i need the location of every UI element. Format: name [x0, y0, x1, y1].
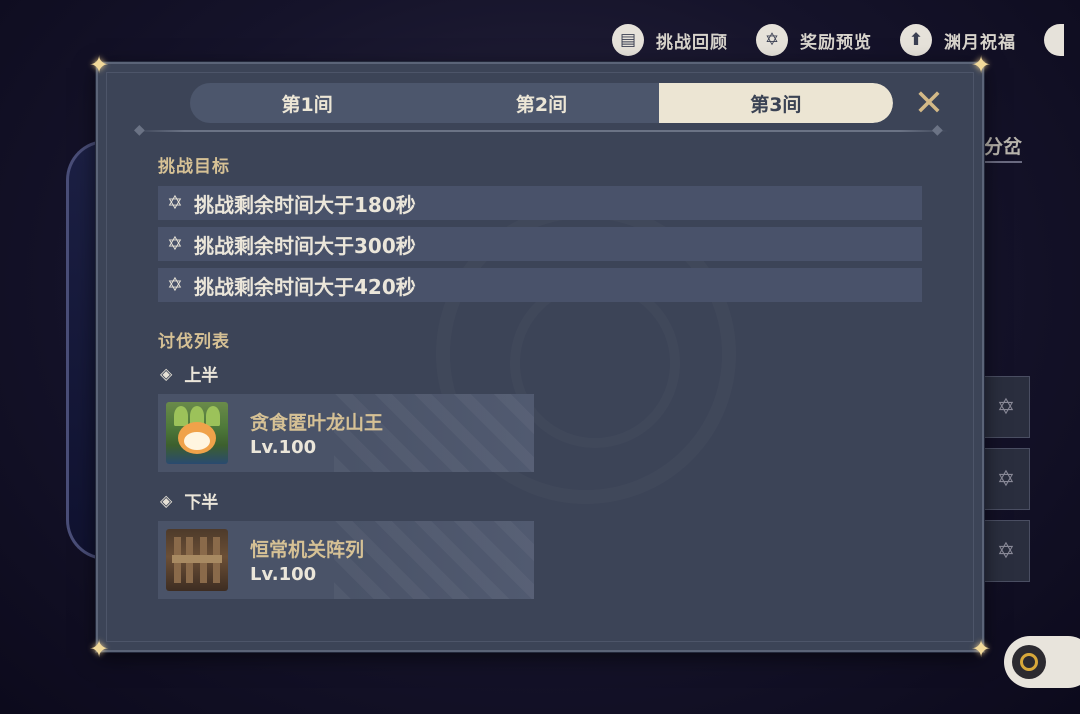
close-button[interactable]: ✕	[910, 82, 948, 124]
more-button[interactable]	[1044, 24, 1064, 56]
reward-preview-label: 奖励预览	[800, 32, 872, 53]
corner-sparkle-icon: ✦	[88, 51, 110, 79]
star-icon: ✡	[167, 233, 183, 255]
second-half-label: ◈ 下半	[160, 488, 218, 513]
book-icon: ▤	[612, 24, 644, 56]
goals-title: 挑战目标	[158, 157, 230, 177]
goal-row: ✡ 挑战剩余时间大于180秒	[158, 186, 922, 220]
challenge-review-button[interactable]: ▤ 挑战回顾	[612, 24, 728, 56]
floor-detail-modal: ✦ ✦ ✦ ✦ 第1间 第2间 第3间 ✕ ◆ ◆ 挑战目标 ✡ 挑战剩余时间大…	[89, 51, 991, 663]
corner-sparkle-icon: ✦	[970, 635, 992, 663]
divider-ornament-icon: ◆	[932, 122, 943, 138]
chamber-tabs: 第1间 第2间 第3间	[190, 83, 893, 123]
tab-chamber-1[interactable]: 第1间	[190, 83, 424, 123]
star-icon: ✡	[167, 192, 183, 214]
header-divider	[136, 130, 948, 132]
first-half-label: ◈ 上半	[160, 361, 218, 386]
upload-icon: ⬆	[900, 24, 932, 56]
half-text: 下半	[184, 493, 219, 513]
diamond-icon: ◈	[160, 491, 173, 510]
auto-toggle[interactable]	[1004, 636, 1080, 688]
corner-sparkle-icon: ✦	[970, 51, 992, 79]
close-icon: ✕	[913, 82, 945, 124]
enemy-name: 贪食匿叶龙山王	[250, 412, 384, 434]
reward-preview-button[interactable]: ✡ 奖励预览	[756, 24, 872, 56]
background-slot: ✡	[982, 448, 1030, 510]
goal-text: 挑战剩余时间大于420秒	[194, 274, 416, 299]
star-icon: ✡	[756, 24, 788, 56]
star-icon: ✡	[167, 274, 183, 296]
diamond-icon: ◈	[160, 364, 173, 383]
enemy-card[interactable]: 恒常机关阵列 Lv.100	[158, 521, 534, 599]
blessing-button[interactable]: ⬆ 渊月祝福	[900, 24, 1016, 56]
goal-row: ✡ 挑战剩余时间大于420秒	[158, 268, 922, 302]
goal-row: ✡ 挑战剩余时间大于300秒	[158, 227, 922, 261]
enemy-portrait	[166, 402, 228, 464]
half-text: 上半	[184, 366, 219, 386]
background-slot: ✡	[982, 376, 1030, 438]
blessing-label: 渊月祝福	[944, 32, 1016, 53]
toggle-knob-icon	[1012, 645, 1046, 679]
enemy-list-title: 讨伐列表	[158, 332, 230, 352]
background-slot: ✡	[982, 520, 1030, 582]
enemy-level: Lv.100	[250, 437, 317, 458]
goal-text: 挑战剩余时间大于300秒	[194, 233, 416, 258]
top-toolbar: ▤ 挑战回顾 ✡ 奖励预览 ⬆ 渊月祝福	[612, 22, 1080, 58]
enemy-portrait	[166, 529, 228, 591]
enemy-level: Lv.100	[250, 564, 317, 585]
corner-sparkle-icon: ✦	[88, 635, 110, 663]
background-branch-label: 分岔	[984, 132, 1023, 163]
challenge-review-label: 挑战回顾	[656, 32, 728, 53]
tab-chamber-3[interactable]: 第3间	[658, 83, 893, 123]
enemy-name: 恒常机关阵列	[250, 539, 365, 561]
enemy-card[interactable]: 贪食匿叶龙山王 Lv.100	[158, 394, 534, 472]
goal-text: 挑战剩余时间大于180秒	[194, 192, 416, 217]
tab-chamber-2[interactable]: 第2间	[424, 83, 658, 123]
